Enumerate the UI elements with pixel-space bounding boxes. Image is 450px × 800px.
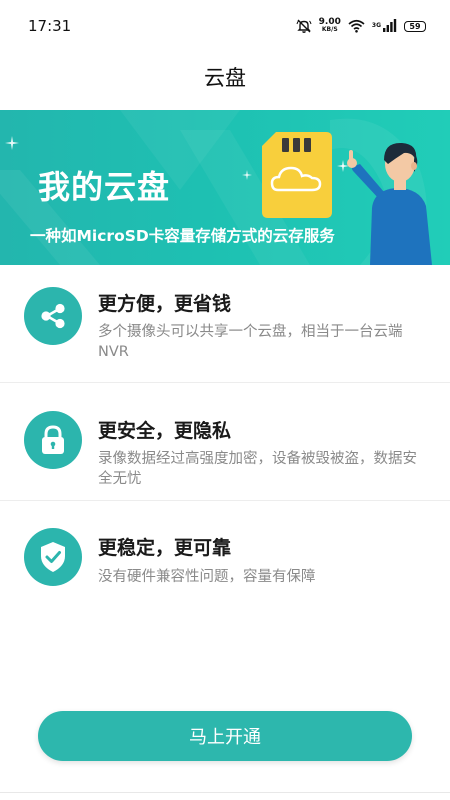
status-bar: 17:31 9.00 KB/S 3G 59 [0,0,450,52]
battery-level: 59 [409,21,421,31]
activate-now-button[interactable]: 马上开通 [38,711,412,761]
mute-bell-icon [296,18,312,34]
battery-icon: 59 [404,20,426,32]
speed-unit: KB/S [321,26,338,33]
sd-card-icon [262,132,332,218]
network-speed: 9.00 KB/S [319,18,341,34]
feature-item-stability: 更稳定，更可靠 没有硬件兼容性问题，容量有保障 [0,501,450,619]
promo-banner: 我的云盘 一种如MicroSD卡容量存储方式的云存服务 [0,110,450,265]
feature-icon [24,287,82,345]
cell-signal-icon [383,17,397,36]
sparkle-icon [5,136,19,150]
shield-check-icon [41,542,65,572]
feature-description: 没有硬件兼容性问题，容量有保障 [98,569,316,585]
feature-description: 多个摄像头可以共享一个云盘，相当于一台云端NVR [98,324,403,360]
banner-subtitle: 一种如MicroSD卡容量存储方式的云存服务 [30,227,335,245]
feature-item-convenience: 更方便，更省钱 多个摄像头可以共享一个云盘，相当于一台云端NVR [0,265,450,383]
person-illustration [347,142,432,265]
lock-icon [42,425,64,454]
banner-title: 我的云盘 [38,168,171,206]
feature-description: 录像数据经过高强度加密，设备被毁被盗，数据安全无忧 [98,451,417,487]
sparkle-icon [242,170,252,180]
feature-icon [24,411,82,469]
network-type: 3G [371,21,381,29]
speed-value: 9.00 [318,17,341,27]
feature-title: 更方便，更省钱 [98,293,232,315]
feature-item-security: 更安全，更隐私 录像数据经过高强度加密，设备被毁被盗，数据安全无忧 [0,383,450,501]
feature-icon [24,528,82,586]
share-icon [41,303,65,329]
page-title: 云盘 [204,66,246,90]
feature-title: 更稳定，更可靠 [98,537,232,559]
wifi-icon [348,19,365,33]
cell-signal: 3G [372,17,397,36]
status-icons: 9.00 KB/S 3G 59 [296,16,426,36]
status-time: 17:31 [28,17,72,35]
feature-title: 更安全，更隐私 [98,420,232,442]
bottom-divider [0,792,450,793]
